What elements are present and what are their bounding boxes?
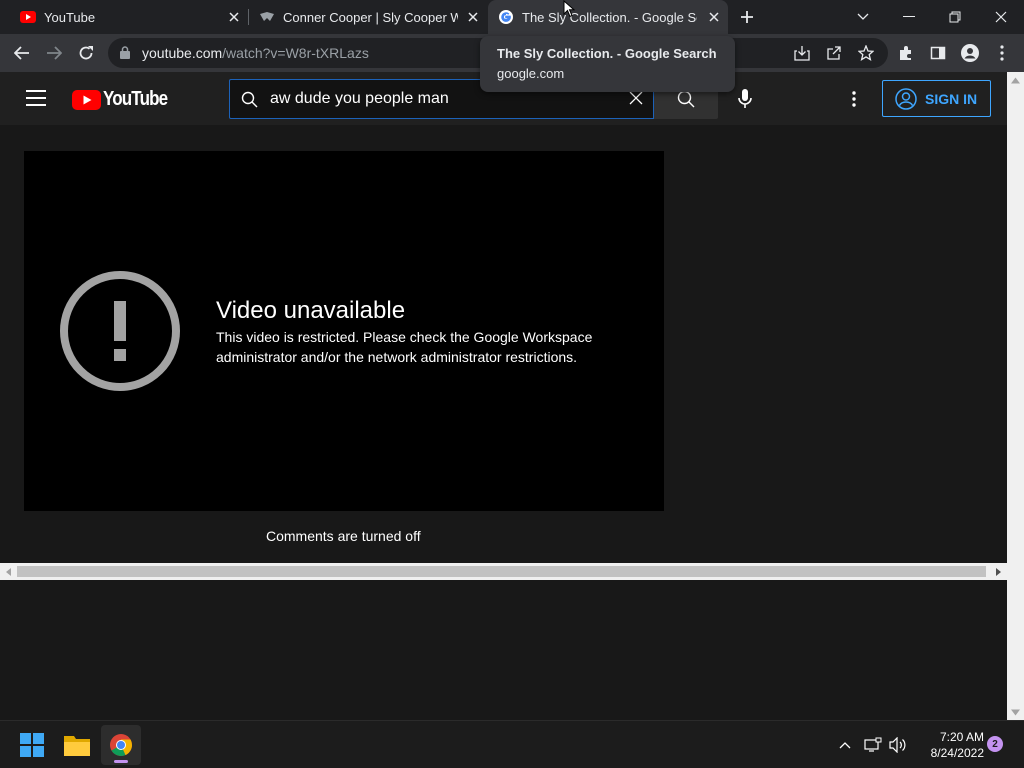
mouse-cursor-icon — [563, 0, 575, 18]
scroll-right-icon[interactable] — [994, 567, 1003, 576]
extensions-button[interactable] — [896, 43, 916, 63]
more-vert-icon — [1000, 45, 1004, 61]
fandom-icon — [259, 9, 275, 25]
chrome-taskbar-button[interactable] — [101, 725, 141, 765]
tab-youtube[interactable]: YouTube — [0, 0, 248, 34]
speaker-icon — [889, 737, 906, 753]
comments-status: Comments are turned off — [266, 528, 421, 544]
settings-menu-button[interactable] — [842, 87, 866, 111]
install-icon — [794, 46, 810, 61]
browser-menu-button[interactable] — [992, 43, 1012, 63]
start-button[interactable] — [12, 725, 52, 765]
share-icon — [827, 46, 841, 60]
reload-icon — [79, 46, 93, 60]
reload-button[interactable] — [73, 40, 99, 66]
profile-button[interactable] — [960, 43, 980, 63]
system-clock[interactable]: 7:20 AM 8/24/2022 — [914, 729, 984, 761]
plus-icon — [741, 11, 753, 23]
network-icon — [864, 737, 882, 752]
close-icon[interactable] — [226, 9, 242, 25]
side-panel-icon — [930, 46, 946, 60]
bookmark-button[interactable] — [856, 43, 876, 63]
network-button[interactable] — [863, 735, 883, 755]
scroll-up-icon[interactable] — [1011, 76, 1020, 85]
hover-card-title: The Sly Collection. - Google Search — [497, 46, 717, 61]
player-error-title: Video unavailable — [216, 297, 406, 324]
close-icon[interactable] — [706, 9, 722, 25]
url-path: /watch?v=W8r-tXRLazs — [222, 45, 369, 61]
tab-sly-cooper-wiki[interactable]: Conner Cooper | Sly Cooper Wiki — [249, 0, 487, 34]
puzzle-icon — [900, 46, 911, 60]
share-button[interactable] — [824, 43, 844, 63]
horizontal-scrollbar[interactable] — [0, 563, 1007, 580]
more-vert-icon — [852, 91, 856, 107]
tab-title: The Sly Collection. - Google Search — [522, 9, 697, 25]
sign-in-button[interactable]: SIGN IN — [882, 80, 991, 117]
close-icon — [995, 11, 1007, 23]
chevron-up-icon — [839, 742, 851, 749]
youtube-play-icon — [72, 89, 101, 110]
volume-button[interactable] — [888, 735, 908, 755]
arrow-right-icon — [47, 46, 62, 60]
player-error-message: This video is restricted. Please check t… — [216, 329, 593, 365]
file-explorer-button[interactable] — [57, 725, 97, 765]
scroll-left-icon[interactable] — [4, 567, 13, 576]
page-background — [0, 580, 1007, 720]
chevron-down-icon — [857, 13, 869, 20]
side-panel-button[interactable] — [928, 43, 948, 63]
windows-logo-icon — [20, 733, 44, 757]
error-icon — [60, 271, 180, 391]
tab-google-search[interactable]: The Sly Collection. - Google Search — [488, 0, 728, 34]
minimize-icon — [903, 16, 915, 17]
clock-date: 8/24/2022 — [930, 746, 984, 760]
scrollbar-thumb[interactable] — [17, 566, 986, 577]
account-circle-icon — [895, 87, 917, 110]
url-text: youtube.com/watch?v=W8r-tXRLazs — [142, 45, 369, 61]
minimize-button[interactable] — [886, 0, 932, 34]
url-domain: youtube.com — [142, 45, 223, 61]
tab-strip: YouTube Conner Cooper | Sly Cooper Wiki — [0, 0, 1024, 34]
active-app-indicator — [114, 760, 128, 763]
clock-time: 7:20 AM — [939, 730, 984, 744]
new-tab-button[interactable] — [737, 7, 757, 27]
video-player[interactable]: Video unavailable This video is restrict… — [24, 151, 664, 511]
lock-icon[interactable] — [120, 46, 130, 64]
youtube-icon — [20, 9, 36, 25]
search-icon — [241, 91, 258, 113]
voice-search-button[interactable] — [733, 87, 757, 111]
install-app-button[interactable] — [792, 43, 812, 63]
google-icon — [498, 9, 514, 25]
vertical-scrollbar[interactable] — [1007, 72, 1024, 720]
close-icon[interactable] — [465, 9, 481, 25]
profile-icon — [961, 44, 979, 62]
show-hidden-icons-button[interactable] — [835, 735, 855, 755]
sign-in-label: SIGN IN — [925, 90, 978, 107]
hover-card-domain: google.com — [497, 66, 565, 81]
arrow-left-icon — [14, 46, 29, 60]
tab-hover-card: The Sly Collection. - Google Search goog… — [480, 36, 735, 92]
youtube-logo[interactable]: YouTube — [72, 88, 179, 111]
scroll-down-icon[interactable] — [1011, 708, 1020, 717]
tab-title: YouTube — [44, 9, 96, 25]
restore-icon — [949, 11, 961, 23]
windows-taskbar: 7:20 AM 8/24/2022 — [0, 720, 1024, 768]
restore-button[interactable] — [932, 0, 978, 34]
search-icon — [677, 90, 695, 108]
notification-badge[interactable]: 2 — [987, 736, 1003, 752]
tab-title: Conner Cooper | Sly Cooper Wiki — [283, 9, 458, 25]
chrome-icon — [110, 734, 132, 756]
folder-icon — [64, 736, 90, 756]
microphone-icon — [738, 89, 752, 108]
forward-button[interactable] — [41, 40, 67, 66]
star-icon — [858, 45, 874, 61]
screen: YouTube Conner Cooper | Sly Cooper Wiki — [0, 0, 1024, 768]
tab-search-button[interactable] — [840, 0, 886, 34]
close-window-button[interactable] — [978, 0, 1024, 34]
menu-icon[interactable] — [26, 90, 46, 106]
watch-page: Video unavailable This video is restrict… — [0, 125, 1007, 563]
clear-search-icon[interactable] — [629, 91, 643, 110]
youtube-wordmark: YouTube — [103, 88, 168, 110]
back-button[interactable] — [9, 40, 35, 66]
